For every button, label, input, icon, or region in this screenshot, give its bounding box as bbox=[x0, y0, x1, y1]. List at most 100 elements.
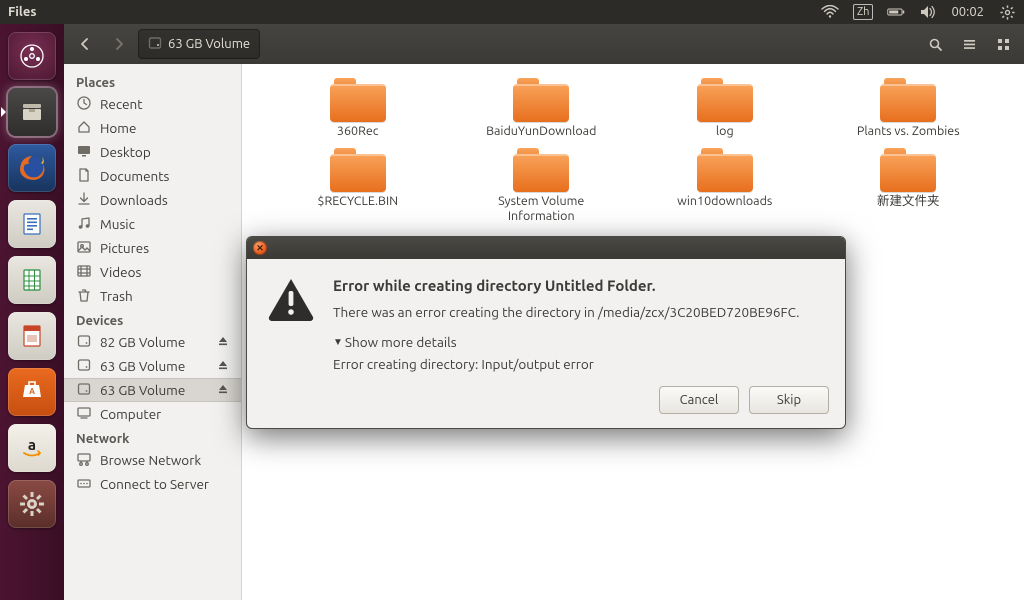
sidebar-place-documents[interactable]: Documents bbox=[64, 164, 241, 188]
launcher-impress[interactable] bbox=[6, 310, 58, 362]
sidebar-network-browse-network[interactable]: Browse Network bbox=[64, 448, 241, 472]
sidebar-item-label: Home bbox=[100, 120, 136, 136]
sidebar-item-label: Trash bbox=[100, 288, 133, 304]
sidebar-item-label: Videos bbox=[100, 264, 141, 280]
wifi-icon[interactable] bbox=[821, 3, 839, 21]
sidebar-place-desktop[interactable]: Desktop bbox=[64, 140, 241, 164]
forward-button[interactable] bbox=[104, 29, 134, 59]
launcher-files[interactable] bbox=[6, 86, 58, 138]
music-icon bbox=[76, 215, 92, 234]
cancel-button[interactable]: Cancel bbox=[659, 386, 739, 414]
launcher-settings[interactable] bbox=[6, 478, 58, 530]
back-button[interactable] bbox=[70, 29, 100, 59]
sidebar-place-videos[interactable]: Videos bbox=[64, 260, 241, 284]
app-title: Files bbox=[8, 5, 36, 19]
sidebar-place-recent[interactable]: Recent bbox=[64, 92, 241, 116]
folder-icon bbox=[697, 148, 753, 192]
sidebar-item-label: 63 GB Volume bbox=[100, 358, 185, 374]
top-menubar: Files Zh 00:02 bbox=[0, 0, 1024, 24]
hdd-icon bbox=[148, 36, 162, 53]
folder-label: log bbox=[716, 124, 734, 140]
folder-label: 360Rec bbox=[337, 124, 379, 140]
grid-button[interactable] bbox=[988, 29, 1018, 59]
dialog-message: There was an error creating the director… bbox=[333, 304, 799, 320]
clock[interactable]: 00:02 bbox=[951, 5, 984, 19]
folder-icon bbox=[880, 148, 936, 192]
sidebar-device-computer[interactable]: Computer bbox=[64, 402, 241, 426]
picture-icon bbox=[76, 239, 92, 258]
launcher-calc[interactable] bbox=[6, 254, 58, 306]
folder-label: Plants vs. Zombies bbox=[857, 124, 960, 140]
gear-icon[interactable] bbox=[998, 3, 1016, 21]
volume-icon[interactable] bbox=[919, 3, 937, 21]
home-icon bbox=[76, 119, 92, 138]
sidebar-item-label: Computer bbox=[100, 406, 161, 422]
video-icon bbox=[76, 263, 92, 282]
sidebar-item-label: 82 GB Volume bbox=[100, 334, 185, 350]
location-label: 63 GB Volume bbox=[168, 37, 250, 51]
folder-icon bbox=[880, 78, 936, 122]
dialog-title: Error while creating directory Untitled … bbox=[333, 277, 799, 294]
folder-item[interactable]: 360Rec bbox=[266, 78, 450, 140]
folder-label: $RECYCLE.BIN bbox=[317, 194, 398, 210]
launcher-firefox[interactable] bbox=[6, 142, 58, 194]
sidebar-device-82-gb-volume[interactable]: 82 GB Volume bbox=[64, 330, 241, 354]
launcher-writer[interactable] bbox=[6, 198, 58, 250]
sidebar-place-downloads[interactable]: Downloads bbox=[64, 188, 241, 212]
clock-icon bbox=[76, 95, 92, 114]
folder-item[interactable]: log bbox=[633, 78, 817, 140]
location-segment[interactable]: 63 GB Volume bbox=[138, 29, 260, 59]
folder-icon bbox=[513, 148, 569, 192]
connect-icon bbox=[76, 475, 92, 494]
chevron-down-icon: ▼ bbox=[333, 336, 343, 348]
view-options-button[interactable] bbox=[954, 29, 984, 59]
sidebar-item-label: Music bbox=[100, 216, 135, 232]
unity-launcher: A a bbox=[0, 24, 64, 600]
battery-icon[interactable] bbox=[887, 3, 905, 21]
details-toggle[interactable]: ▼Show more details bbox=[333, 334, 799, 350]
launcher-dash[interactable] bbox=[6, 30, 58, 82]
trash-icon bbox=[76, 287, 92, 306]
doc-icon bbox=[76, 167, 92, 186]
launcher-software[interactable]: A bbox=[6, 366, 58, 418]
network-heading: Network bbox=[64, 426, 241, 448]
warning-icon bbox=[267, 277, 315, 372]
sidebar-network-connect-to-server[interactable]: Connect to Server bbox=[64, 472, 241, 496]
hdd-icon bbox=[76, 381, 92, 400]
download-icon bbox=[76, 191, 92, 210]
folder-item[interactable]: Plants vs. Zombies bbox=[817, 78, 1001, 140]
sidebar-device-63-gb-volume[interactable]: 63 GB Volume bbox=[64, 378, 241, 402]
system-tray: Zh 00:02 bbox=[821, 3, 1016, 21]
folder-item[interactable]: System Volume Information bbox=[450, 148, 634, 225]
folder-item[interactable]: BaiduYunDownload bbox=[450, 78, 634, 140]
sidebar-place-music[interactable]: Music bbox=[64, 212, 241, 236]
dialog-titlebar[interactable]: ✕ bbox=[247, 237, 845, 259]
svg-text:a: a bbox=[28, 436, 36, 453]
error-dialog: ✕ Error while creating directory Untitle… bbox=[246, 236, 846, 429]
sidebar-place-trash[interactable]: Trash bbox=[64, 284, 241, 308]
folder-label: win10downloads bbox=[677, 194, 772, 210]
eject-icon[interactable] bbox=[217, 382, 229, 398]
hdd-icon bbox=[76, 357, 92, 376]
launcher-amazon[interactable]: a bbox=[6, 422, 58, 474]
devices-heading: Devices bbox=[64, 308, 241, 330]
sidebar-item-label: Pictures bbox=[100, 240, 149, 256]
input-method-indicator[interactable]: Zh bbox=[853, 4, 874, 20]
sidebar-place-home[interactable]: Home bbox=[64, 116, 241, 140]
folder-item[interactable]: win10downloads bbox=[633, 148, 817, 225]
eject-icon[interactable] bbox=[217, 358, 229, 374]
search-button[interactable] bbox=[920, 29, 950, 59]
sidebar-item-label: 63 GB Volume bbox=[100, 382, 185, 398]
sidebar-place-pictures[interactable]: Pictures bbox=[64, 236, 241, 260]
sidebar-device-63-gb-volume[interactable]: 63 GB Volume bbox=[64, 354, 241, 378]
skip-button[interactable]: Skip bbox=[749, 386, 829, 414]
close-icon[interactable]: ✕ bbox=[253, 241, 267, 255]
folder-icon bbox=[513, 78, 569, 122]
eject-icon[interactable] bbox=[217, 334, 229, 350]
sidebar-item-label: Documents bbox=[100, 168, 169, 184]
network-icon bbox=[76, 451, 92, 470]
folder-label: 新建文件夹 bbox=[877, 194, 940, 210]
folder-label: System Volume Information bbox=[466, 194, 616, 225]
folder-item[interactable]: $RECYCLE.BIN bbox=[266, 148, 450, 225]
folder-item[interactable]: 新建文件夹 bbox=[817, 148, 1001, 225]
